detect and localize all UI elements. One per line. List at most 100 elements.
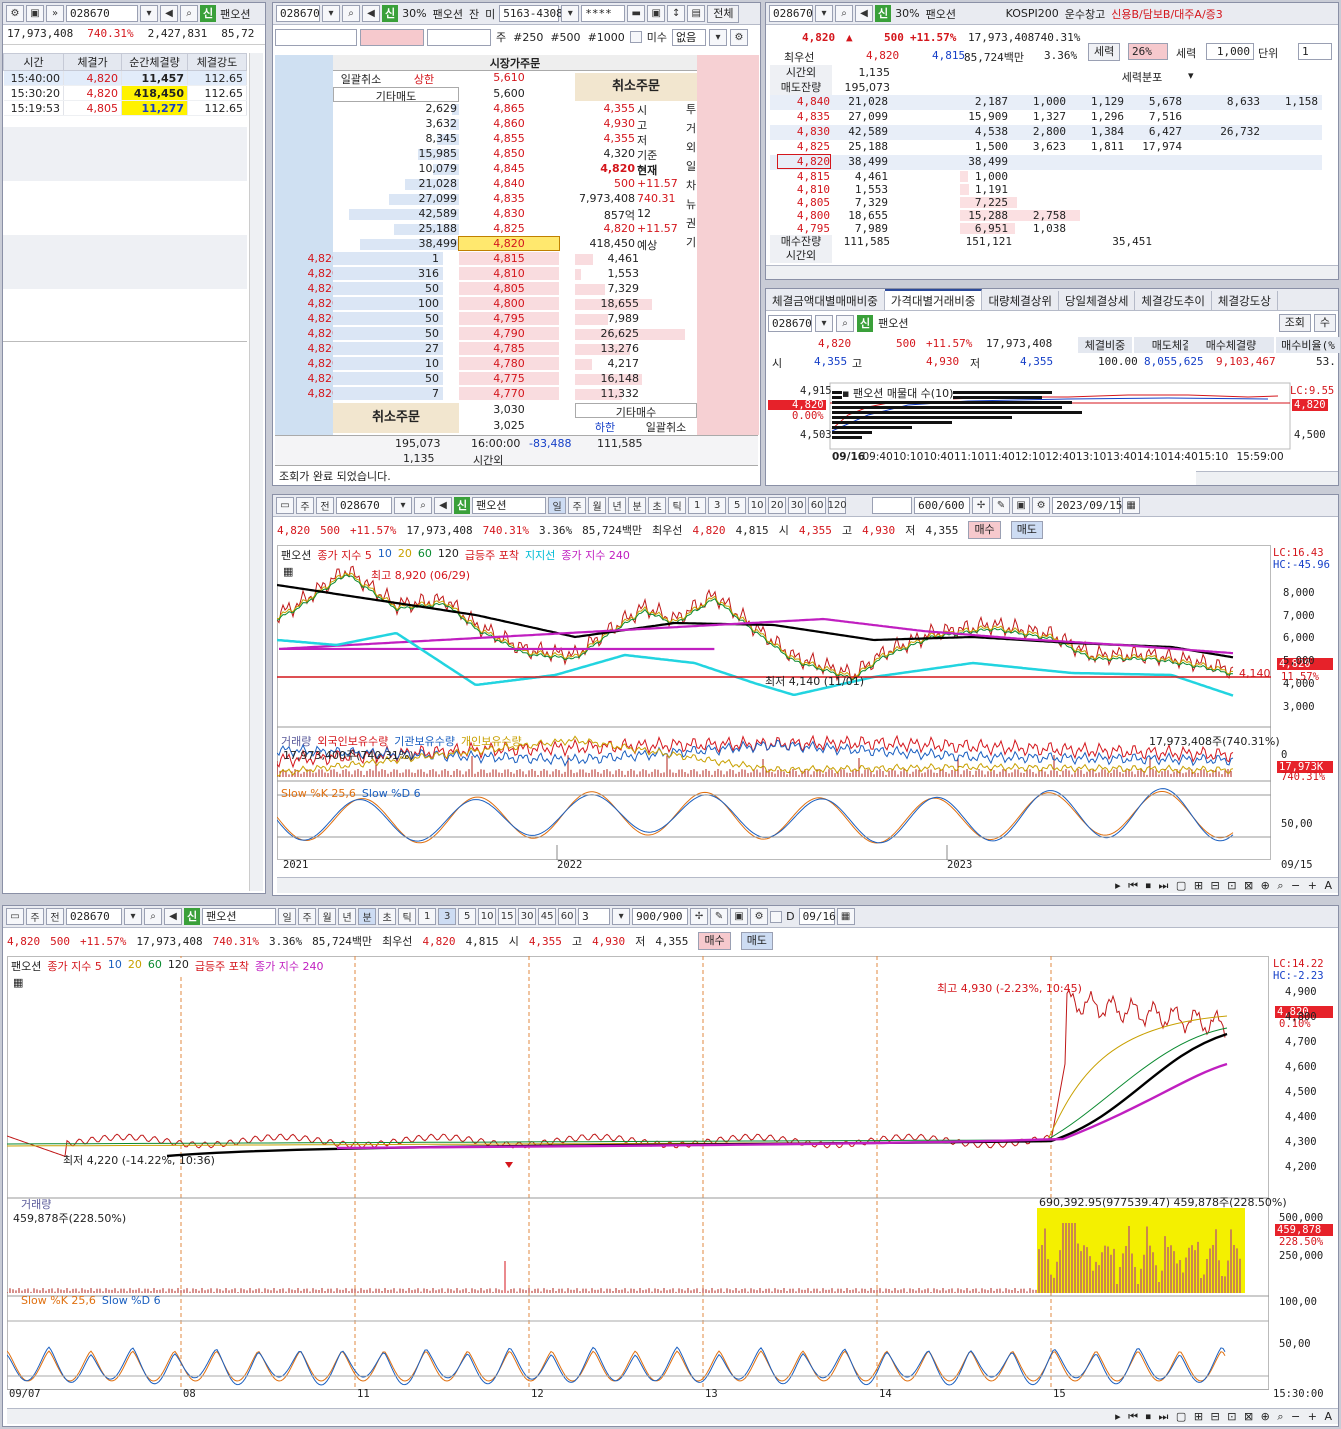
window-icon[interactable]: ▭ — [6, 908, 24, 925]
calendar-icon[interactable]: ▦ — [836, 908, 855, 925]
qty-500-button[interactable]: #500 — [548, 31, 582, 44]
force-qty-input[interactable]: 1,000 — [1206, 43, 1254, 60]
legend-item[interactable]: 지지선 — [525, 547, 555, 563]
date-input[interactable]: 2023/09/15 — [1052, 497, 1122, 514]
bid-price[interactable]: 4,795 — [459, 312, 559, 325]
force-pct-input[interactable]: 26% — [1128, 43, 1168, 60]
bid-price[interactable]: 4,800 — [459, 297, 559, 310]
sound-icon[interactable]: ◀ — [362, 5, 380, 22]
side-menu-item[interactable]: 뉴 — [685, 197, 697, 216]
chevron-down-icon[interactable]: ▾ — [1188, 69, 1194, 82]
mi-button[interactable]: 미 — [483, 6, 497, 22]
legend-item[interactable]: 120 — [438, 547, 459, 563]
window-icon[interactable]: ▭ — [276, 497, 294, 514]
sound-icon[interactable]: ◀ — [164, 908, 182, 925]
query-button[interactable]: 조회 — [1278, 314, 1311, 332]
force-bid-row[interactable]: 4,815 4,461 1,000 — [770, 170, 1322, 183]
cancel-all-buy-button[interactable]: 일괄취소 — [635, 419, 697, 434]
bid-row[interactable]: 4,820 50 4,805 7,329 — [275, 282, 697, 297]
legend-item[interactable]: 60 — [148, 958, 162, 974]
tab-amount-ratio[interactable]: 체결금액대별매매비중 — [766, 291, 885, 310]
period-year[interactable]: 년 — [608, 497, 627, 514]
account-input[interactable]: 5163-4308 — [499, 5, 563, 22]
legend-item[interactable]: 10 — [108, 958, 122, 974]
legend-item[interactable]: 팬오션 — [281, 547, 311, 563]
search-icon[interactable]: ⌕ — [414, 497, 432, 514]
side-menu-item[interactable]: 외 — [685, 140, 697, 159]
p6-scrollbar[interactable]: ▸ ⏮ ⏹ ⏭ ▢ ⊞ ⊟ ⊡ ⊠ ⊕ ⌕ − + A — [7, 1408, 1338, 1424]
tab-daily-detail[interactable]: 당일체결상세 — [1058, 291, 1136, 310]
condition-select[interactable]: 없음 — [672, 28, 707, 46]
chevron-down-icon[interactable]: ▾ — [394, 497, 412, 514]
side-menu-item[interactable]: 차 — [685, 178, 697, 197]
sell-button[interactable]: 매도 — [1010, 521, 1043, 539]
chevron-down-icon[interactable]: ▾ — [815, 314, 833, 332]
code-input[interactable]: 028670 — [66, 5, 138, 22]
ask-row[interactable]: 25,188 4,825 — [333, 222, 575, 237]
sort-icon[interactable]: ↕ — [667, 5, 686, 22]
other-sell-label[interactable]: 기타매도 — [333, 87, 459, 103]
date-input[interactable]: 09/16 — [798, 908, 836, 925]
ask-row[interactable]: 3,632 4,860 — [333, 117, 575, 132]
market-order-title[interactable]: 시장가주문 — [333, 55, 697, 71]
count-input[interactable]: 600/600 — [914, 497, 971, 514]
tab-large-trades[interactable]: 대량체결상위 — [982, 291, 1059, 310]
save-icon[interactable]: ▣ — [647, 5, 666, 22]
chevron-down-icon[interactable]: ▾ — [140, 5, 158, 22]
gear-icon[interactable]: ⚙ — [750, 908, 769, 925]
ask-row[interactable]: 27,099 4,835 — [333, 192, 575, 207]
bid-price[interactable]: 4,780 — [459, 357, 559, 370]
gear-icon[interactable]: ⚙ — [730, 28, 749, 46]
legend-item[interactable]: 팬오션 — [11, 958, 41, 974]
legend-item[interactable]: 120 — [168, 958, 189, 974]
force-ask-row[interactable]: 4,830 42,589 4,538 2,800 1,384 6,427 26,732 — [770, 125, 1322, 140]
draw-icon[interactable]: ✎ — [992, 497, 1011, 514]
jeon-button[interactable]: 전 — [316, 497, 334, 514]
bid-price[interactable]: 4,790 — [459, 327, 559, 340]
p4-scrollbar[interactable] — [1196, 471, 1338, 485]
bid-row[interactable]: 4,820 50 4,790 26,625 — [275, 327, 697, 342]
chart-nav-icons[interactable]: ▸ ⏮ ⏹ ⏭ ▢ ⊞ ⊟ ⊡ ⊠ ⊕ ⌕ − + A — [1115, 879, 1334, 893]
legend-item[interactable]: 종가 지수 5 — [47, 958, 101, 974]
jan-button[interactable]: 잔 — [467, 6, 481, 22]
bid-price[interactable]: 4,775 — [459, 372, 559, 385]
cancel-buy-order-button[interactable]: 취소주문 — [333, 403, 459, 433]
unit-input[interactable]: 1 — [1298, 43, 1332, 60]
bid-row[interactable]: 4,820 50 4,795 7,989 — [275, 312, 697, 327]
qty-1000-button[interactable]: #1000 — [586, 31, 627, 44]
table-icon[interactable]: ▦ — [283, 565, 293, 578]
ask-row[interactable]: 2,629 4,865 — [333, 102, 575, 117]
save-icon[interactable]: ▣ — [26, 5, 44, 22]
force-ask-row[interactable]: 4,820 38,499 38,499 — [770, 154, 1322, 170]
tab-price-volume[interactable]: 가격대별거래비중 — [884, 289, 983, 310]
save-icon[interactable]: ▣ — [1012, 497, 1031, 514]
ask-row[interactable]: 21,028 4,840 — [333, 177, 575, 192]
legend-item[interactable]: 종가 지수 240 — [255, 958, 323, 974]
side-menu-item[interactable]: 일 — [685, 159, 697, 178]
p3-scrollbar[interactable] — [766, 265, 1338, 279]
ju-button[interactable]: 주 — [296, 497, 314, 514]
period-year[interactable]: 년 — [338, 908, 357, 925]
bid-row[interactable]: 4,820 7 4,770 11,332 — [275, 387, 697, 402]
all-button[interactable]: 전체 — [707, 4, 740, 23]
stock-name[interactable]: 팬오션 — [202, 908, 277, 925]
period-week[interactable]: 주 — [298, 908, 317, 925]
force-bid-row[interactable]: 4,810 1,553 1,191 — [770, 183, 1322, 196]
chart-nav-icons[interactable]: ▸ ⏮ ⏹ ⏭ ▢ ⊞ ⊟ ⊡ ⊠ ⊕ ⌕ − + A — [1115, 1410, 1334, 1424]
tab-strength-top[interactable]: 체결강도상 — [1211, 291, 1278, 310]
fill-icon[interactable]: ▬ — [627, 5, 646, 22]
cancel-order-button[interactable]: 취소주문 — [575, 73, 697, 101]
bid-row[interactable]: 4,820 27 4,785 13,276 — [275, 342, 697, 357]
code-input[interactable]: 028670 — [769, 5, 813, 22]
screen-icon[interactable]: ▤ — [687, 5, 706, 22]
bid-price[interactable]: 4,805 — [459, 282, 559, 295]
code-input[interactable]: 028670 — [336, 497, 392, 514]
bid-price[interactable]: 4,770 — [459, 387, 559, 400]
ask-row[interactable]: 8,345 4,855 — [333, 132, 575, 147]
bid-row[interactable]: 4,820 1 4,815 4,461 — [275, 252, 697, 267]
qty-250-button[interactable]: #250 — [511, 31, 545, 44]
misu-checkbox[interactable] — [629, 31, 642, 43]
bid-price[interactable]: 4,810 — [459, 267, 559, 280]
bid-row[interactable]: 4,820 10 4,780 4,217 — [275, 357, 697, 372]
ask-price[interactable]: 4,860 — [459, 117, 559, 130]
